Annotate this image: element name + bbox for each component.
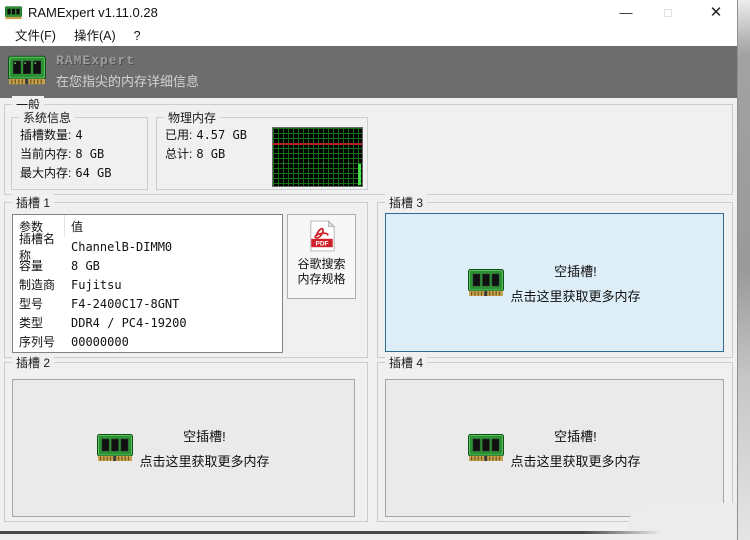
slot4-empty-panel[interactable]: 空插槽! 点击这里获取更多内存	[385, 379, 724, 517]
slot3-empty-panel[interactable]: 空插槽! 点击这里获取更多内存	[385, 213, 724, 352]
svg-text:PDF: PDF	[315, 240, 328, 247]
pdf-icon: PDF	[309, 219, 335, 252]
slot2-empty-panel[interactable]: 空插槽! 点击这里获取更多内存	[12, 379, 355, 517]
ram-icon	[468, 434, 505, 461]
titlebar: RAMExpert v1.11.0.28 — □ ✕	[0, 0, 737, 26]
slot1-detail-table[interactable]: 参数 值 插槽名称 ChannelB-DIMM0 容量 8 GB 制造商 Fujits…	[12, 214, 283, 353]
info-row-used-memory: 已用: 4.57 GB	[165, 128, 247, 142]
group-slot-2: 插槽 2 空插槽! 点击这里获取更多内存	[4, 354, 368, 522]
empty-slot-title: 空插槽!	[554, 263, 597, 279]
menu-item-action[interactable]: 操作(A)	[65, 26, 125, 46]
system-info-list: 插槽数量: 4 当前内存: 8 GB 最大内存: 64 GB	[20, 126, 111, 183]
group-system-info: 系统信息 插槽数量: 4 当前内存: 8 GB 最大内存: 64 GB	[11, 109, 148, 190]
app-window: RAMExpert v1.11.0.28 — □ ✕ 文件(F) 操作(A) ?	[0, 0, 737, 531]
empty-slot-title: 空插槽!	[554, 429, 597, 444]
group-slot-4-label: 插槽 4	[385, 354, 428, 371]
group-general: 一般 系统信息 插槽数量: 4 当前内存: 8 GB 最大内存: 64 GB 物理内存…	[4, 96, 733, 195]
window-title: RAMExpert v1.11.0.28	[28, 5, 158, 20]
group-system-info-label: 系统信息	[19, 109, 76, 126]
window-bottom-edge	[0, 531, 662, 534]
empty-slot-hint: 点击这里获取更多内存	[510, 454, 641, 469]
group-slot-1-label: 插槽 1	[12, 194, 55, 211]
table-row: 插槽名称 ChannelB-DIMM0	[19, 231, 173, 263]
memory-usage-graph	[272, 127, 363, 187]
graph-activity-line	[358, 164, 361, 185]
table-row: 类型 DDR4 / PC4-19200	[19, 315, 187, 331]
physical-memory-list: 已用: 4.57 GB 总计: 8 GB	[165, 126, 247, 164]
pdf-button-label-line1: 谷歌搜索	[297, 257, 346, 271]
group-physical-memory: 物理内存 已用: 4.57 GB 总计: 8 GB	[156, 109, 368, 190]
info-row-total-memory: 总计: 8 GB	[165, 147, 226, 161]
group-slot-3: 插槽 3 空插槽! 点击这里获取更多内存	[377, 194, 733, 358]
banner-title: RAMExpert	[56, 53, 136, 68]
group-physical-memory-label: 物理内存	[164, 109, 221, 126]
info-row-slot-count: 插槽数量: 4	[20, 128, 83, 142]
table-row: 型号 F4-2400C17-8GNT	[19, 296, 180, 312]
graph-grid	[273, 128, 362, 186]
group-slot-1: 插槽 1 参数 值 插槽名称 ChannelB-DIMM0 容量 8 GB 制造商 F…	[4, 194, 368, 358]
app-ram-icon	[5, 6, 22, 25]
group-slot-4: 插槽 4 空插槽! 点击这里获取更多内存	[377, 354, 733, 522]
right-background-strip	[737, 0, 750, 540]
table-row: 容量 8 GB	[19, 258, 100, 274]
empty-slot-hint: 点击这里获取更多内存	[510, 288, 641, 304]
info-row-max-memory: 最大内存: 64 GB	[20, 166, 112, 180]
group-slot-2-label: 插槽 2	[12, 354, 55, 371]
banner-ram-icon	[8, 55, 46, 91]
close-button[interactable]: ✕	[696, 0, 736, 26]
pdf-button-label-line2: 内存规格	[297, 272, 346, 286]
empty-slot-title: 空插槽!	[183, 429, 226, 444]
background-window-corner	[627, 503, 737, 531]
banner-subtitle: 在您指尖的内存详细信息	[56, 74, 200, 89]
minimize-button[interactable]: —	[606, 0, 646, 26]
graph-used-level-line	[273, 143, 362, 146]
menu-item-file[interactable]: 文件(F)	[6, 26, 65, 46]
ram-icon	[468, 268, 505, 296]
maximize-button[interactable]: □	[648, 0, 688, 26]
header-banner: RAMExpert 在您指尖的内存详细信息	[0, 46, 737, 98]
group-slot-3-label: 插槽 3	[385, 194, 428, 211]
ram-icon	[97, 434, 134, 461]
menubar: 文件(F) 操作(A) ?	[0, 26, 737, 46]
table-header-value: 值	[71, 219, 84, 234]
table-row: 制造商 Fujitsu	[19, 277, 122, 293]
table-row: 序列号 00000000	[19, 334, 129, 350]
google-search-specs-button[interactable]: PDF 谷歌搜索 内存规格	[287, 214, 356, 299]
info-row-current-memory: 当前内存: 8 GB	[20, 147, 105, 161]
menu-item-help[interactable]: ?	[125, 26, 150, 46]
empty-slot-hint: 点击这里获取更多内存	[139, 454, 270, 469]
